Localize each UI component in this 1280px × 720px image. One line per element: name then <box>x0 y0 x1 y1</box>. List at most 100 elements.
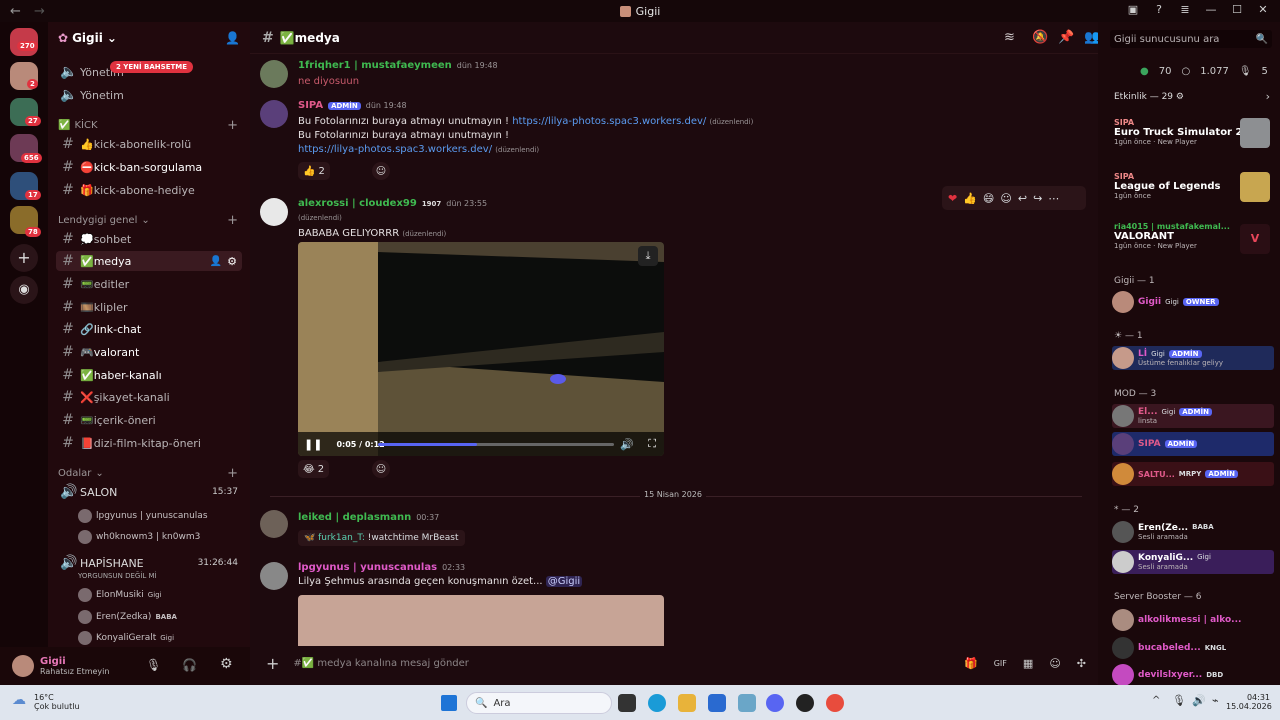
activity-header[interactable]: Etkinlik — 29 ⚙ <box>1114 92 1184 102</box>
sticker-icon[interactable]: ▦ <box>1023 657 1033 670</box>
add-member-icon[interactable]: 👤 <box>225 31 240 45</box>
chevron-right-icon[interactable]: › <box>1266 90 1270 103</box>
inbox-icon[interactable]: ▣ <box>1126 3 1140 16</box>
gift-icon[interactable]: 🎁 <box>964 657 978 670</box>
chrome-icon[interactable] <box>826 694 844 712</box>
author-name[interactable]: 1friqher1 | mustafaeymeen <box>298 60 452 71</box>
category-odalar[interactable]: Odalar ⌄ <box>58 468 104 479</box>
more-icon[interactable]: ⋯ <box>1048 192 1059 205</box>
voice-user[interactable]: Eren(Zedka) BABA <box>78 610 177 624</box>
explorer-icon[interactable] <box>678 694 696 712</box>
author-name[interactable]: leiked | deplasmann <box>298 512 411 523</box>
tray-chevron-icon[interactable]: ^ <box>1152 695 1160 706</box>
image-attachment[interactable] <box>298 595 664 646</box>
member-item[interactable]: alkolikmessi | alko... <box>1112 608 1274 632</box>
video-seekbar[interactable] <box>378 443 614 446</box>
add-attachment-icon[interactable]: + <box>266 654 279 673</box>
gif-icon[interactable]: GIF <box>994 659 1007 668</box>
mention-badge[interactable]: 2 YENİ BAHSETME <box>110 61 194 73</box>
video-player[interactable]: ⤓ ❚❚ 0:05 / 0:12 🔊 ⛶ <box>298 242 664 456</box>
avatar[interactable] <box>12 655 34 677</box>
heart-reaction-icon[interactable]: ❤ <box>948 192 957 205</box>
voice-user[interactable]: ElonMusiki Gigi <box>78 588 162 602</box>
app-icon[interactable] <box>738 694 756 712</box>
message[interactable]: 1friqher1 | mustafaeymeen dün 19:48 ne di… <box>260 58 1080 98</box>
minimize-button[interactable]: — <box>1204 3 1218 16</box>
member-item[interactable]: KonyaliG... Gigi Sesli aramada <box>1112 550 1274 574</box>
edge-icon[interactable] <box>648 694 666 712</box>
category-genel[interactable]: Lendygigi genel ⌄ <box>58 215 150 226</box>
member-item[interactable]: Eren(Ze... BABA Sesli aramada <box>1112 520 1274 544</box>
member-item[interactable]: devilslxyer... DBD <box>1112 663 1274 687</box>
taskview-icon[interactable] <box>618 694 636 712</box>
reply-icon[interactable]: ↩ <box>1018 192 1027 205</box>
start-icon[interactable] <box>441 695 457 711</box>
voice-channel-salon[interactable]: 🔊 SALON 15:37 <box>56 482 242 502</box>
voice-user[interactable]: wh0knowm3 | kn0wm3 <box>78 530 200 544</box>
message[interactable]: leiked | deplasmann 00:37 🦋 furk1an_T: !w… <box>260 510 1080 550</box>
channel-klipler[interactable]: # 🎞️klipler <box>56 297 242 317</box>
channel-sikayet-kanali[interactable]: # ❌şikayet-kanali <box>56 387 242 407</box>
avatar[interactable] <box>260 562 288 590</box>
search-input[interactable]: Gigii sunucusunu ara 🔍 <box>1110 30 1272 48</box>
add-channel-icon[interactable]: + <box>227 213 238 228</box>
voice-channel-hapishane[interactable]: 🔊 HAPİSHANE 31:26:44 <box>56 553 242 573</box>
steam-icon[interactable] <box>796 694 814 712</box>
message[interactable]: alexrossi | cloudex99 1907 dün 23:55 (düze… <box>260 198 1080 480</box>
fullscreen-icon[interactable]: ⛶ <box>648 437 656 451</box>
maximize-button[interactable]: ☐ <box>1230 3 1244 16</box>
store-icon[interactable] <box>708 694 726 712</box>
pause-icon[interactable]: ❚❚ <box>304 438 322 451</box>
category-kick[interactable]: ✅ KİCK <box>58 120 98 131</box>
download-icon[interactable]: ⤓ <box>638 246 658 266</box>
apps-icon[interactable]: ✣ <box>1077 657 1086 670</box>
add-server-icon[interactable]: + <box>10 244 38 272</box>
back-arrow-icon[interactable]: ← <box>10 4 24 19</box>
activity-card[interactable]: SIPA Euro Truck Simulator 2 1gün önce · … <box>1114 118 1274 148</box>
member-item[interactable]: SIPA ADMİN <box>1112 432 1274 456</box>
close-button[interactable]: ✕ <box>1256 3 1270 16</box>
avatar[interactable] <box>260 198 288 226</box>
message[interactable]: lpgyunus | yunuscanulas 02:33 Lilya Şehmu… <box>260 562 1080 646</box>
author-name[interactable]: lpgyunus | yunuscanulas <box>298 562 437 573</box>
add-channel-icon[interactable]: + <box>227 118 238 133</box>
channel-kick-abonelik-rolu[interactable]: # 👍kick-abonelik-rolü <box>56 134 242 154</box>
message[interactable]: SIPA ADMİN dün 19:48 Bu Fotolarınızı buray… <box>260 100 1080 186</box>
message-input[interactable]: #✅ medya kanalına mesaj gönder <box>293 658 964 669</box>
volume-icon[interactable]: 🔊 <box>620 438 634 451</box>
server-header[interactable]: ✿ Gigii ⌄ 👤 <box>48 22 250 54</box>
add-reaction-icon[interactable]: ☺ <box>372 460 390 478</box>
channel-dizi-film-kitap-oneri[interactable]: # 📕dizi-film-kitap-öneri <box>56 433 242 453</box>
channel-editler[interactable]: # 📟editler <box>56 274 242 294</box>
channel-medya[interactable]: # ✅medya 👤 ⚙ <box>56 251 242 271</box>
channel-yonetim-2[interactable]: 🔈 Yönetim <box>56 85 242 105</box>
activity-card[interactable]: ria4015 | mustafakemal... VALORANT 1gün … <box>1114 222 1274 254</box>
notes-icon[interactable]: ≣ <box>1178 3 1192 16</box>
member-item[interactable]: Lİ Gigi ADMİN Üstüme fenalıklar geliyy <box>1112 346 1274 370</box>
member-item[interactable]: El... Gigi ADMİN linsta <box>1112 404 1274 428</box>
emoji-icon[interactable]: ☺ <box>1049 657 1060 670</box>
message-link[interactable]: https://lilya-photos.spac3.workers.dev/ <box>512 116 706 127</box>
avatar[interactable] <box>260 100 288 128</box>
pin-icon[interactable]: 📌 <box>1058 30 1074 45</box>
channel-kick-ban-sorgulama[interactable]: # ⛔kick-ban-sorgulama <box>56 157 242 177</box>
channel-link-chat[interactable]: # 🔗link-chat <box>56 319 242 339</box>
message-link[interactable]: https://lilya-photos.spac3.workers.dev/ <box>298 144 492 155</box>
notifications-muted-icon[interactable]: 🔕 <box>1032 30 1048 45</box>
volume-icon[interactable]: 🔊 <box>1192 694 1206 707</box>
avatar[interactable] <box>260 60 288 88</box>
thumbs-up-icon[interactable]: 👍 <box>963 192 977 205</box>
help-icon[interactable]: ? <box>1152 3 1166 16</box>
channel-sohbet[interactable]: # 💭sohbet <box>56 229 242 249</box>
member-item[interactable]: bucabeled... KNGL <box>1112 636 1274 660</box>
reaction-thumbs-up[interactable]: 👍 2 <box>298 162 330 180</box>
battery-icon[interactable]: ⌁ <box>1212 694 1219 707</box>
taskbar-search[interactable]: 🔍 Ara <box>466 692 612 714</box>
headset-icon[interactable]: 🎧 <box>182 658 197 672</box>
author-name[interactable]: SIPA <box>298 100 323 111</box>
activity-card[interactable]: SIPA League of Legends 1gün önce <box>1114 172 1274 202</box>
channel-haber-kanali[interactable]: # ✅haber-kanalı <box>56 365 242 385</box>
forward-arrow-icon[interactable]: → <box>34 4 48 19</box>
avatar[interactable] <box>260 510 288 538</box>
add-channel-icon[interactable]: + <box>227 466 238 481</box>
